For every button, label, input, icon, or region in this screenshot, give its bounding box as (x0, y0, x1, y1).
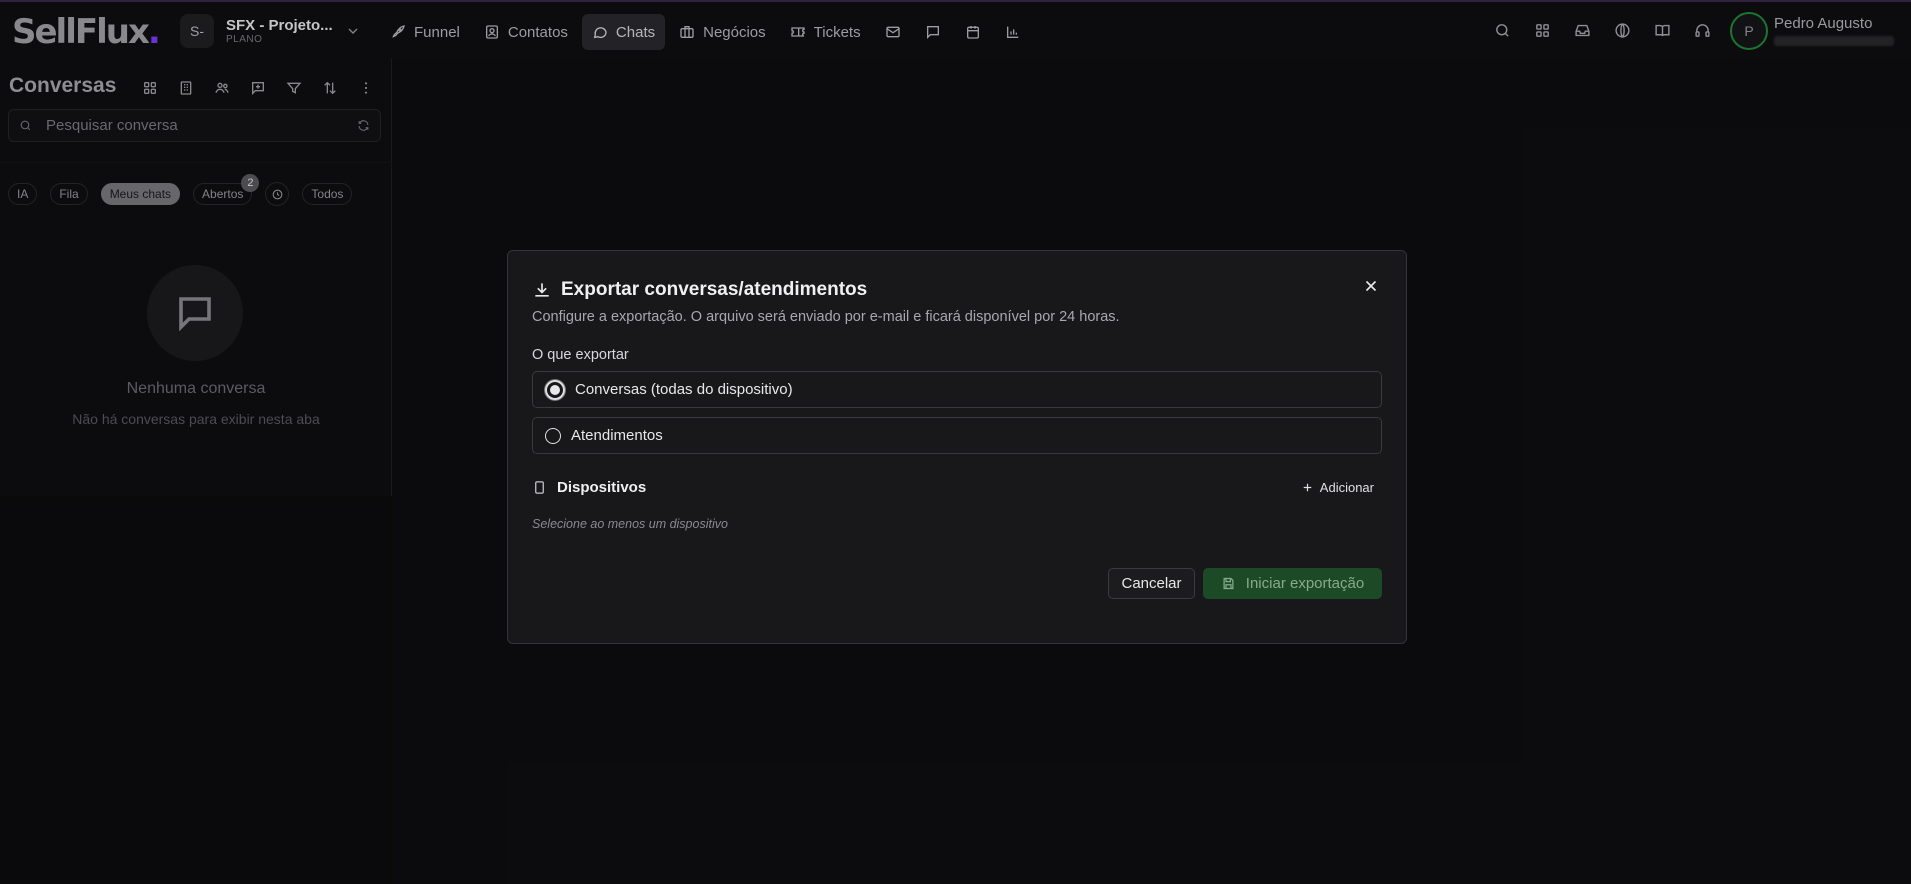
cancel-button[interactable]: Cancelar (1108, 568, 1195, 599)
option-conversas-label: Conversas (todas do dispositivo) (575, 381, 793, 398)
radio-atendimentos[interactable] (545, 427, 561, 444)
devices-hint: Selecione ao menos um dispositivo (532, 517, 728, 531)
dialog-description: Configure a exportação. O arquivo será e… (532, 309, 1120, 325)
export-dialog: Exportar conversas/atendimentos Configur… (507, 250, 1407, 644)
dialog-title: Exportar conversas/atendimentos (561, 279, 868, 300)
radio-conversas[interactable] (545, 379, 565, 400)
close-icon (1365, 280, 1377, 292)
start-export-label: Iniciar exportação (1245, 575, 1365, 592)
plus-icon (1303, 483, 1312, 491)
close-button[interactable] (1362, 277, 1382, 297)
add-device-button[interactable]: Adicionar (1293, 476, 1382, 498)
option-conversas[interactable]: Conversas (todas do dispositivo) (532, 371, 1382, 408)
dialog-header: Exportar conversas/atendimentos (532, 279, 867, 301)
add-device-label: Adicionar (1319, 479, 1374, 495)
save-icon (1223, 577, 1234, 590)
option-atendimentos[interactable]: Atendimentos (532, 417, 1382, 454)
export-type-label: O que exportar (532, 347, 629, 363)
smartphone-icon (535, 481, 544, 494)
start-export-button[interactable]: Iniciar exportação (1203, 568, 1382, 599)
devices-header: Dispositivos (532, 479, 646, 496)
devices-title: Dispositivos (557, 479, 647, 496)
option-atendimentos-label: Atendimentos (571, 427, 663, 444)
download-icon (535, 283, 549, 297)
